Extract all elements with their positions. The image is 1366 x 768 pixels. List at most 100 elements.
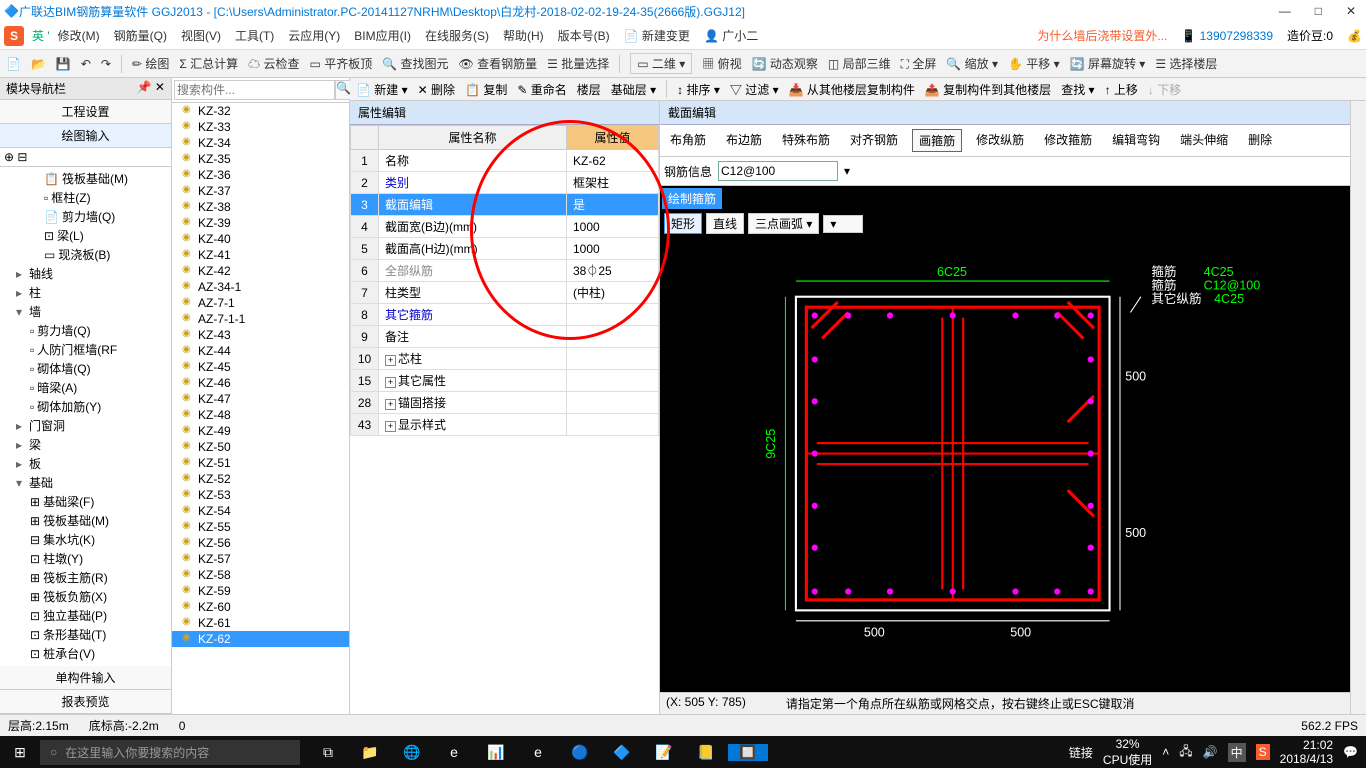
rename-button[interactable]: ✎ 重命名 — [517, 81, 566, 98]
menu-view[interactable]: 视图(V) — [181, 27, 221, 44]
component-item[interactable]: KZ-56 — [172, 535, 349, 551]
batch-select-button[interactable]: ☰ 批量选择 — [547, 55, 609, 72]
tab-draw-input[interactable]: 绘图输入 — [0, 124, 171, 148]
app-icon-5[interactable]: e — [518, 744, 558, 761]
rotate-button[interactable]: 🔄 屏幕旋转 ▾ — [1070, 55, 1146, 72]
section-tab[interactable]: 布边筋 — [720, 129, 768, 152]
component-item[interactable]: KZ-35 — [172, 151, 349, 167]
tree-toolbar-icon[interactable]: ⊕ — [4, 150, 14, 164]
app-icon-6[interactable]: 🔵 — [560, 744, 600, 761]
tree-item[interactable]: ▫砌体墙(Q) — [2, 359, 169, 378]
section-tab[interactable]: 修改纵筋 — [970, 129, 1030, 152]
tab-single-component[interactable]: 单构件输入 — [0, 666, 171, 690]
select-floor-button[interactable]: ☰ 选择楼层 — [1155, 55, 1217, 72]
zoom-button[interactable]: 🔍 缩放 ▾ — [946, 55, 998, 72]
copy-to-floor-button[interactable]: 📤 复制构件到其他楼层 — [925, 81, 1051, 98]
property-row[interactable]: 6全部纵筋38⏀25 — [351, 260, 659, 282]
component-item[interactable]: KZ-55 — [172, 519, 349, 535]
move-up-button[interactable]: ↑ 上移 — [1105, 81, 1138, 98]
component-item[interactable]: KZ-44 — [172, 343, 349, 359]
floor-dropdown[interactable]: 楼层 — [577, 81, 601, 98]
tree-item[interactable]: ▸门窗洞 — [2, 416, 169, 435]
tree-item[interactable]: 📄剪力墙(Q) — [2, 207, 169, 226]
property-row[interactable]: 9备注 — [351, 326, 659, 348]
menu-modify[interactable]: 修改(M) — [58, 27, 100, 44]
component-item[interactable]: KZ-52 — [172, 471, 349, 487]
component-item[interactable]: KZ-47 — [172, 391, 349, 407]
tree-item[interactable]: ⊡柱墩(Y) — [2, 549, 169, 568]
property-row[interactable]: 15+其它属性 — [351, 370, 659, 392]
flat-button[interactable]: ▭ 平齐板顶 — [310, 55, 373, 72]
rebar-dropdown-icon[interactable]: ▾ — [844, 164, 850, 178]
tab-report-preview[interactable]: 报表预览 — [0, 690, 171, 714]
component-item[interactable]: KZ-54 — [172, 503, 349, 519]
section-tab[interactable]: 对齐钢筋 — [844, 129, 904, 152]
tree-item[interactable]: ▫暗梁(A) — [2, 378, 169, 397]
draw-color-button[interactable]: ▾ — [823, 215, 863, 233]
component-item[interactable]: KZ-62 — [172, 631, 349, 647]
find-elem-button[interactable]: 🔍 查找图元 — [382, 55, 448, 72]
new-icon[interactable]: 📄 — [6, 57, 21, 71]
menu-cloud[interactable]: 云应用(Y) — [288, 27, 340, 44]
component-item[interactable]: KZ-48 — [172, 407, 349, 423]
component-item[interactable]: KZ-34 — [172, 135, 349, 151]
component-item[interactable]: KZ-40 — [172, 231, 349, 247]
property-row[interactable]: 43+显示样式 — [351, 414, 659, 436]
tray-vol-icon[interactable]: 🔊 — [1203, 745, 1218, 759]
tray-clock[interactable]: 21:02 2018/4/13 — [1280, 738, 1333, 767]
app-icon-8[interactable]: 📝 — [644, 744, 684, 761]
tree-item[interactable]: ▫框柱(Z) — [2, 188, 169, 207]
open-icon[interactable]: 📂 — [31, 57, 46, 71]
section-tab[interactable]: 编辑弯钩 — [1106, 129, 1166, 152]
section-tab[interactable]: 端头伸缩 — [1174, 129, 1234, 152]
component-item[interactable]: KZ-41 — [172, 247, 349, 263]
component-item[interactable]: KZ-53 — [172, 487, 349, 503]
draw-rect-button[interactable]: 矩形 — [664, 213, 702, 234]
draw-line-button[interactable]: 直线 — [706, 213, 744, 234]
tab-project-settings[interactable]: 工程设置 — [0, 100, 171, 124]
tray-notifications-icon[interactable]: 💬 — [1343, 745, 1358, 759]
tree-item[interactable]: ⊞筏板基础(M) — [2, 511, 169, 530]
tree-item[interactable]: ⊡条形基础(T) — [2, 625, 169, 644]
tree-item[interactable]: ⊡桩承台(V) — [2, 644, 169, 663]
rebar-info-input[interactable] — [718, 161, 838, 181]
tray-up-icon[interactable]: ˄ — [1162, 745, 1169, 759]
component-item[interactable]: KZ-45 — [172, 359, 349, 375]
new-component-button[interactable]: 📄 新建 ▾ — [356, 81, 408, 98]
fullscreen-button[interactable]: ⛶ 全屏 — [901, 55, 937, 72]
tree-item[interactable]: ▸梁 — [2, 435, 169, 454]
menu-tools[interactable]: 工具(T) — [235, 27, 274, 44]
section-tab[interactable]: 删除 — [1242, 129, 1278, 152]
tree-item[interactable]: ▸轴线 — [2, 264, 169, 283]
section-tab[interactable]: 画箍筋 — [912, 129, 962, 152]
start-button[interactable]: ⊞ — [0, 744, 40, 761]
property-row[interactable]: 2类别框架柱 — [351, 172, 659, 194]
section-tab[interactable]: 修改箍筋 — [1038, 129, 1098, 152]
mode-2d-dropdown[interactable]: ▭ 二维 ▾ — [630, 53, 692, 74]
tree-item[interactable]: ▾基础 — [2, 473, 169, 492]
tray-cpu[interactable]: 32% CPU使用 — [1103, 737, 1152, 768]
base-floor-dropdown[interactable]: 基础层 ▾ — [611, 81, 656, 98]
tree-item[interactable]: ⊞筏板负筋(X) — [2, 587, 169, 606]
property-row[interactable]: 10+芯柱 — [351, 348, 659, 370]
sort-button[interactable]: ↕ 排序 ▾ — [677, 81, 720, 98]
component-item[interactable]: KZ-33 — [172, 119, 349, 135]
app-icon-3[interactable]: e — [434, 744, 474, 761]
menu-bim[interactable]: BIM应用(I) — [354, 27, 411, 44]
tree-toolbar-icon2[interactable]: ⊟ — [17, 150, 27, 164]
component-item[interactable]: KZ-42 — [172, 263, 349, 279]
component-item[interactable]: KZ-61 — [172, 615, 349, 631]
property-row[interactable]: 7柱类型(中柱) — [351, 282, 659, 304]
component-item[interactable]: KZ-59 — [172, 583, 349, 599]
find-button[interactable]: 查找 ▾ — [1061, 81, 1094, 98]
local-3d-button[interactable]: ◫ 局部三维 — [828, 55, 891, 72]
user-label[interactable]: 👤 广小二 — [704, 27, 758, 44]
app-icon-1[interactable]: 📁 — [350, 744, 390, 761]
component-item[interactable]: AZ-7-1 — [172, 295, 349, 311]
app-icon-2[interactable]: 🌐 — [392, 744, 432, 761]
app-icon-4[interactable]: 📊 — [476, 744, 516, 761]
tree-item[interactable]: ▫人防门框墙(RF — [2, 340, 169, 359]
app-icon-7[interactable]: 🔷 — [602, 744, 642, 761]
pin-icon[interactable]: 📌 ✕ — [137, 80, 165, 97]
section-canvas[interactable]: 6C25 9C25 500 500 500 500 箍筋 4C25 箍筋 — [660, 236, 1350, 692]
